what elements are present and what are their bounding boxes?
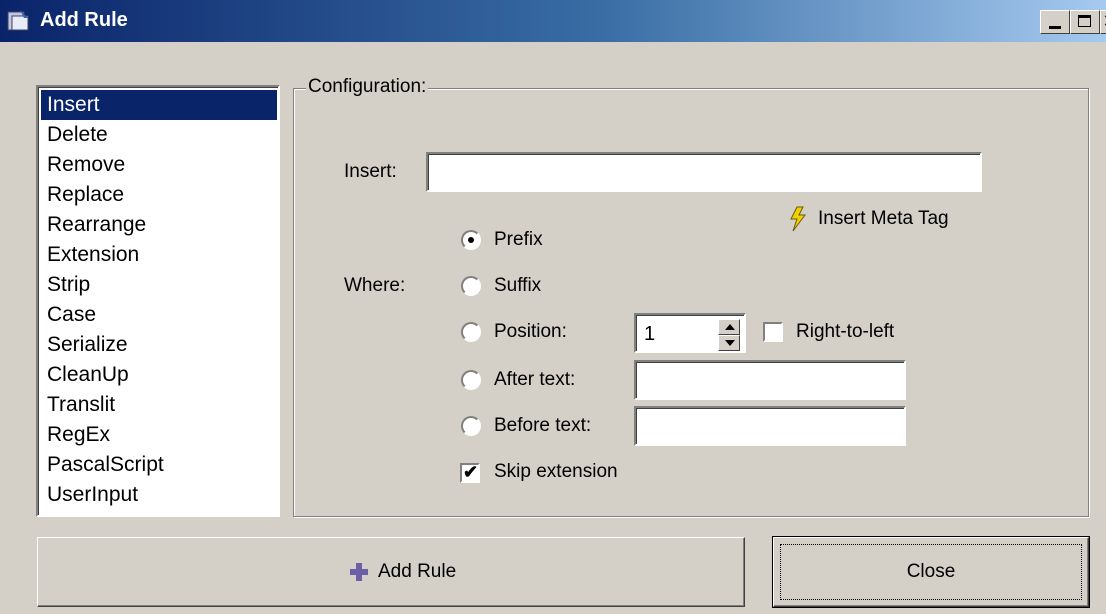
before-text-input[interactable] bbox=[634, 406, 906, 446]
list-item-strip[interactable]: Strip bbox=[41, 270, 277, 300]
after-text-radio[interactable] bbox=[461, 370, 481, 390]
close-button[interactable]: Close bbox=[772, 536, 1090, 608]
configuration-legend: Configuration: bbox=[306, 76, 429, 98]
plus-icon bbox=[350, 563, 368, 581]
lightning-icon bbox=[790, 206, 806, 232]
position-value: 1 bbox=[644, 323, 656, 345]
list-item-serialize[interactable]: Serialize bbox=[41, 330, 277, 360]
maximize-button[interactable] bbox=[1070, 10, 1100, 34]
position-radio[interactable] bbox=[461, 322, 481, 342]
skip-extension-label[interactable]: Skip extension bbox=[494, 461, 618, 483]
list-item-insert[interactable]: Insert bbox=[41, 90, 277, 120]
checkmark-icon: ✔ bbox=[463, 462, 479, 482]
rule-type-list[interactable]: Insert Delete Remove Replace Rearrange Extens… bbox=[36, 85, 280, 517]
arrow-up-icon bbox=[725, 324, 735, 330]
rule-type-list-inner: Insert Delete Remove Replace Rearrange Extens… bbox=[38, 87, 278, 515]
after-text-input[interactable] bbox=[634, 360, 906, 400]
minimize-button[interactable] bbox=[1040, 10, 1070, 34]
add-rule-label: Add Rule bbox=[378, 561, 457, 582]
window-title: Add Rule bbox=[40, 9, 128, 31]
position-label[interactable]: Position: bbox=[494, 321, 567, 343]
close-window-button[interactable]: ✕ bbox=[1100, 10, 1106, 34]
insert-input[interactable] bbox=[426, 152, 982, 192]
maximize-icon bbox=[1078, 15, 1091, 27]
list-item-replace[interactable]: Replace bbox=[41, 180, 277, 210]
suffix-label[interactable]: Suffix bbox=[494, 275, 541, 297]
close-label: Close bbox=[906, 561, 956, 582]
list-item-remove[interactable]: Remove bbox=[41, 150, 277, 180]
list-item-userinput[interactable]: UserInput bbox=[41, 480, 277, 510]
prefix-radio-dot bbox=[468, 237, 474, 243]
right-to-left-label[interactable]: Right-to-left bbox=[796, 321, 894, 343]
list-item-pascalscript[interactable]: PascalScript bbox=[41, 450, 277, 480]
list-item-regex[interactable]: RegEx bbox=[41, 420, 277, 450]
spinner-buttons bbox=[718, 319, 740, 351]
prefix-radio[interactable] bbox=[461, 230, 481, 250]
after-text-label[interactable]: After text: bbox=[494, 369, 575, 391]
right-to-left-checkbox[interactable] bbox=[763, 322, 783, 342]
insert-label: Insert: bbox=[344, 161, 397, 182]
add-rule-button[interactable]: Add Rule bbox=[37, 537, 745, 607]
app-icon bbox=[7, 10, 29, 31]
list-item-rearrange[interactable]: Rearrange bbox=[41, 210, 277, 240]
add-rule-button-content: Add Rule bbox=[350, 538, 456, 606]
title-bar[interactable]: Add Rule ✕ bbox=[0, 0, 1106, 42]
spin-up-button[interactable] bbox=[718, 319, 740, 335]
before-text-radio[interactable] bbox=[461, 416, 481, 436]
insert-meta-tag-label: Insert Meta Tag bbox=[818, 208, 949, 229]
prefix-label[interactable]: Prefix bbox=[494, 229, 543, 251]
list-item-case[interactable]: Case bbox=[41, 300, 277, 330]
spin-down-button[interactable] bbox=[718, 335, 740, 351]
list-item-cleanup[interactable]: CleanUp bbox=[41, 360, 277, 390]
arrow-down-icon bbox=[725, 340, 735, 346]
list-item-extension[interactable]: Extension bbox=[41, 240, 277, 270]
before-text-label[interactable]: Before text: bbox=[494, 415, 591, 437]
minimize-icon bbox=[1049, 26, 1061, 29]
suffix-radio[interactable] bbox=[461, 276, 481, 296]
where-label: Where: bbox=[344, 275, 406, 296]
skip-extension-checkbox[interactable]: ✔ bbox=[460, 462, 480, 483]
position-spinner[interactable]: 1 bbox=[634, 313, 746, 353]
list-item-delete[interactable]: Delete bbox=[41, 120, 277, 150]
list-item-translit[interactable]: Translit bbox=[41, 390, 277, 420]
